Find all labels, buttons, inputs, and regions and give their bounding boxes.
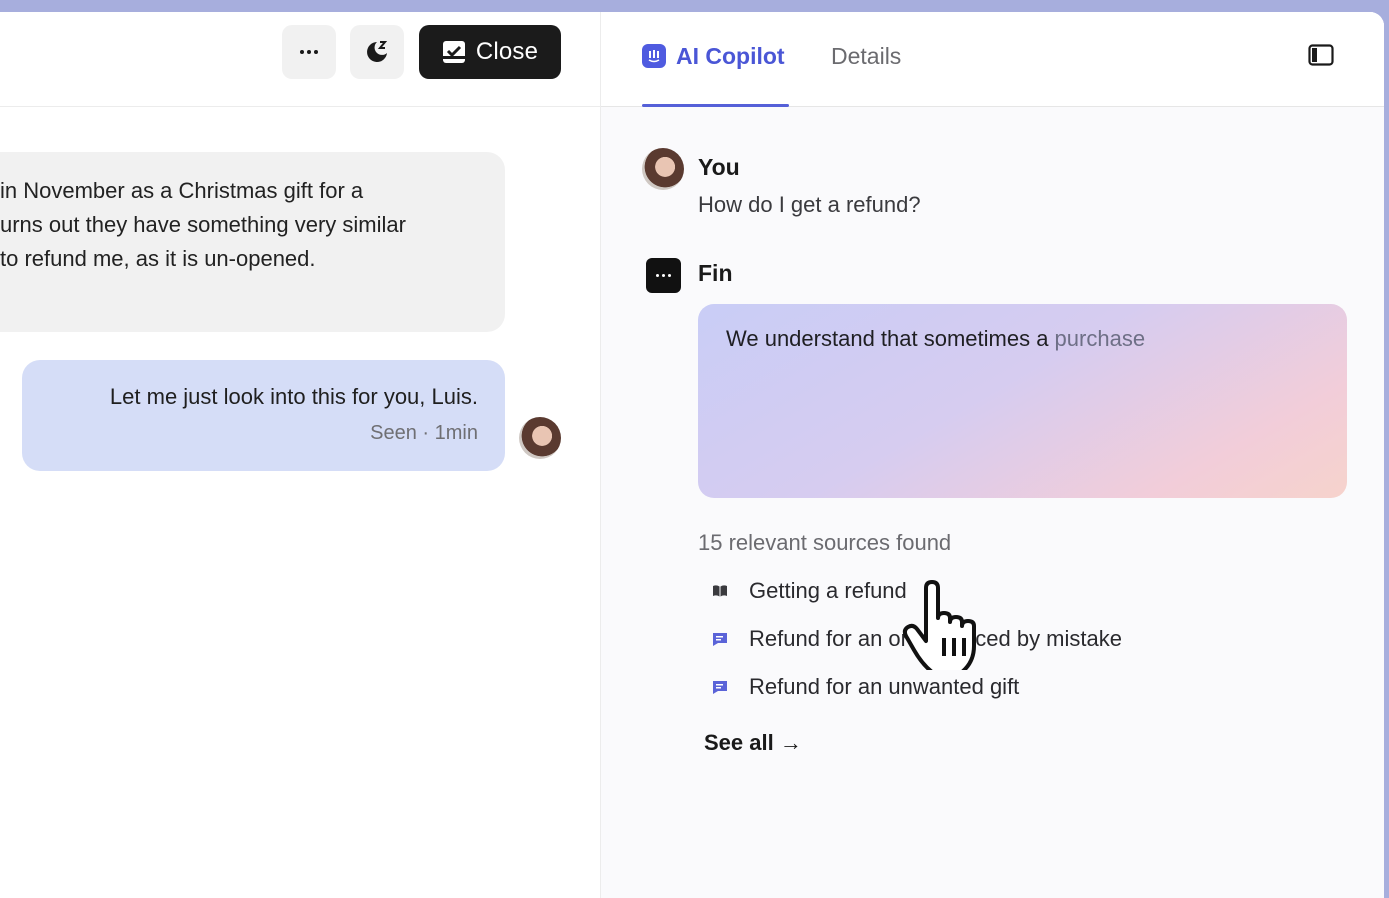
tab-label: Details: [831, 42, 902, 69]
inbox-window: Close in November as a Christmas gift fo…: [0, 12, 1384, 898]
message-status: Seen · 1min: [370, 422, 478, 444]
answer-sender: Fin: [698, 260, 733, 286]
more-icon: [300, 50, 318, 54]
conversation-header: Close: [0, 12, 600, 107]
sidebar-panel-icon: [1308, 44, 1334, 66]
sources-heading: 15 relevant sources found: [698, 530, 952, 555]
active-tab-indicator: [642, 104, 789, 107]
close-button-label: Close: [475, 38, 539, 65]
inbox-check-icon: [442, 41, 465, 63]
answer-card: We understand that sometimes a purchase: [698, 304, 1347, 498]
copilot-icon: [642, 44, 666, 68]
tab-ai-copilot[interactable]: AI Copilot: [642, 36, 785, 76]
see-all-sources-link[interactable]: See all →: [704, 730, 802, 756]
message-line: to refund me, as it is un-opened.: [0, 246, 316, 271]
source-label: Getting a refund: [749, 578, 907, 603]
answer-text-streaming: purchase: [1054, 326, 1146, 351]
agent-avatar: [519, 417, 561, 459]
source-label: Refund for an unwanted gift: [749, 674, 1020, 699]
message-line: in November as a Christmas gift for a: [0, 178, 364, 203]
snooze-button[interactable]: [350, 25, 404, 79]
fin-bot-icon: [646, 258, 681, 293]
source-item[interactable]: Getting a refund: [711, 578, 907, 604]
copilot-pane: AI Copilot Details You How do I get a re…: [601, 12, 1384, 898]
snooze-icon: [367, 41, 388, 62]
answer-text: We understand that sometimes a: [726, 326, 1055, 351]
close-conversation-button[interactable]: Close: [419, 25, 561, 79]
book-icon: [711, 582, 729, 600]
outgoing-message-text: Let me just look into this for you, Luis…: [109, 384, 478, 409]
source-item[interactable]: Refund for an unwanted gift: [711, 674, 1019, 700]
copilot-header: AI Copilot Details: [601, 12, 1384, 107]
user-avatar: [642, 148, 684, 190]
incoming-message-bubble: in November as a Christmas gift for a ur…: [0, 152, 505, 332]
question-sender: You: [698, 154, 740, 180]
more-options-button[interactable]: [282, 25, 336, 79]
hand-cursor-icon: [902, 580, 976, 670]
tab-details[interactable]: Details: [831, 36, 901, 76]
message-line: urns out they have something very simila…: [0, 212, 406, 237]
chat-bubble-icon: [711, 678, 729, 696]
toggle-sidebar-button[interactable]: [1306, 40, 1336, 70]
chat-bubble-icon: [711, 630, 729, 648]
tab-label: AI Copilot: [676, 42, 785, 69]
conversation-pane: Close in November as a Christmas gift fo…: [0, 12, 600, 898]
question-text: How do I get a refund?: [698, 192, 921, 217]
outgoing-message-bubble: Let me just look into this for you, Luis…: [22, 360, 505, 471]
